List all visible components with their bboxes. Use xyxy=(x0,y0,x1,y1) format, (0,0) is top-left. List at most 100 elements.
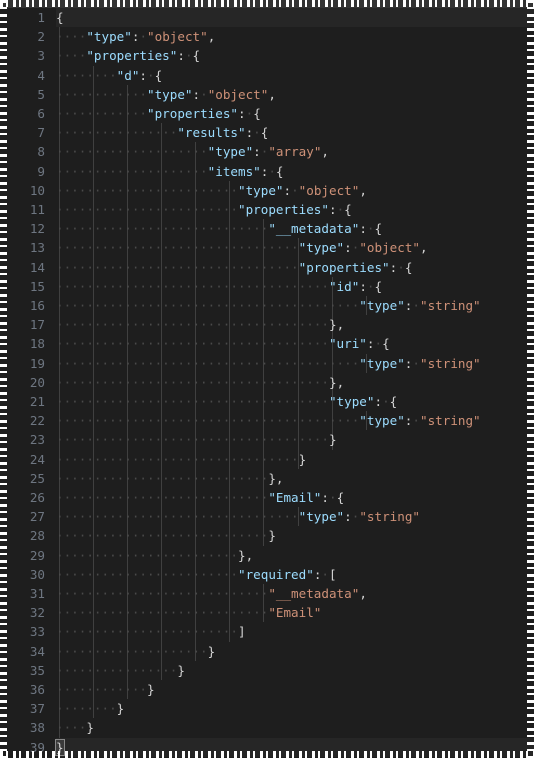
code-line[interactable]: ····························"__metadata"… xyxy=(56,584,534,603)
json-punctuation: : xyxy=(359,221,367,237)
code-line[interactable]: ····························"__metadata"… xyxy=(56,219,534,238)
json-bracket: { xyxy=(389,394,398,409)
code-line-text: ····························"__metadata"… xyxy=(56,221,382,236)
json-string-value: "object" xyxy=(359,240,420,256)
code-line[interactable]: ········"d":·{ xyxy=(56,66,534,85)
code-line[interactable]: ····································"uri… xyxy=(56,334,534,353)
json-punctuation: , xyxy=(268,86,276,102)
json-bracket: } xyxy=(268,528,276,544)
line-number: 32 xyxy=(29,605,45,621)
line-number: 17 xyxy=(29,317,45,333)
code-line[interactable]: ····················"type":·"array", xyxy=(56,142,534,161)
code-line[interactable]: ····································} xyxy=(56,430,534,449)
whitespace-dots: ···································· xyxy=(56,432,329,448)
json-bracket: } xyxy=(328,374,337,390)
code-line-text: ········································… xyxy=(56,413,481,428)
code-line[interactable]: } xyxy=(55,737,534,757)
code-line[interactable]: ························}, xyxy=(56,546,534,565)
whitespace-dots: ···························· xyxy=(56,221,269,237)
code-line[interactable]: ························"properties":·{ xyxy=(56,200,534,219)
code-line[interactable]: ························] xyxy=(56,622,534,641)
line-number: 31 xyxy=(29,586,45,601)
json-punctuation: , xyxy=(359,586,367,601)
code-line[interactable]: ····························"Email":·{ xyxy=(56,488,534,507)
whitespace-dots: ································ xyxy=(56,509,299,525)
line-number: 38 xyxy=(29,720,45,736)
code-line[interactable]: ····································"id"… xyxy=(56,277,534,296)
code-line[interactable]: ························"type":·"object"… xyxy=(56,181,534,200)
json-key: "properties" xyxy=(147,106,238,121)
whitespace-dots: ························ xyxy=(56,566,238,582)
line-number: 30 xyxy=(29,566,45,582)
editor-top-chrome-strip xyxy=(0,0,534,8)
json-bracket: } xyxy=(328,432,337,448)
code-line[interactable]: ············"properties":·{ xyxy=(56,104,534,123)
code-line[interactable]: ············} xyxy=(56,680,534,699)
line-number: 7 xyxy=(37,125,45,141)
whitespace-dots: ···························· xyxy=(56,470,269,486)
json-key: "type" xyxy=(359,298,405,313)
code-line[interactable]: ········································… xyxy=(56,354,534,373)
json-punctuation: , xyxy=(420,240,428,256)
code-line-text: ············} xyxy=(56,682,155,697)
code-line[interactable]: ····························} xyxy=(56,526,534,545)
line-number: 13 xyxy=(29,240,45,256)
whitespace-dots: · xyxy=(412,413,420,429)
json-bracket: } xyxy=(298,451,307,467)
code-line-text: ························] xyxy=(56,624,246,639)
code-line[interactable]: ····································}, xyxy=(56,315,534,334)
code-line-text: ····················} xyxy=(56,644,215,659)
code-line[interactable]: ····} xyxy=(56,718,534,737)
code-line[interactable]: ····························"Email" xyxy=(56,603,534,622)
json-bracket: { xyxy=(192,48,201,64)
json-punctuation: : xyxy=(253,144,261,160)
json-key: "type" xyxy=(147,86,193,102)
code-line-text: ········} xyxy=(56,701,124,716)
line-number: 15 xyxy=(29,278,45,294)
code-line[interactable]: { xyxy=(56,8,534,28)
whitespace-dots: ········ xyxy=(56,701,117,717)
code-line[interactable]: ····································}, xyxy=(56,373,534,392)
code-line[interactable]: ····································"typ… xyxy=(56,392,534,411)
code-line[interactable]: ····"properties":·{ xyxy=(56,46,534,65)
whitespace-dots: ···················· xyxy=(56,643,208,659)
code-content-area[interactable]: {····"type":·"object", ····"properties":·… xyxy=(55,8,534,758)
whitespace-dots: · xyxy=(321,566,329,582)
code-line[interactable]: ············"type":·"object", xyxy=(56,85,534,104)
json-punctuation: , xyxy=(245,547,254,563)
json-key: "type" xyxy=(237,182,284,198)
code-line[interactable]: ····"type":·"object", xyxy=(56,27,534,46)
json-bracket: } xyxy=(268,470,276,486)
code-line[interactable]: ····················"items":·{ xyxy=(56,162,534,181)
whitespace-dots: · xyxy=(184,48,193,64)
code-line[interactable]: ········································… xyxy=(56,296,534,315)
code-line[interactable]: ································"type":·… xyxy=(56,238,534,257)
json-punctuation: , xyxy=(275,470,284,486)
json-string-value: "array" xyxy=(268,144,322,160)
code-line[interactable]: ································} xyxy=(56,450,534,469)
line-number: 24 xyxy=(29,451,45,467)
json-punctuation: : xyxy=(374,394,383,409)
whitespace-dots: ················ xyxy=(56,125,178,141)
json-punctuation: : xyxy=(192,86,201,102)
code-line-text: ································} xyxy=(56,452,306,467)
code-line-text: ················"results":·{ xyxy=(56,125,268,140)
line-number: 3 xyxy=(37,48,45,64)
json-key: "Email" xyxy=(268,490,322,505)
whitespace-dots: · xyxy=(147,67,155,83)
code-line[interactable]: ························"required":·[ xyxy=(56,565,534,584)
json-code-editor[interactable]: 1 2 3 4 5 6 7 8 9 10 11 12 13 14 15 16 17 18 19 20 21 22 23 24 2… xyxy=(0,0,534,758)
code-line[interactable]: ················"results":·{ xyxy=(56,123,534,142)
code-line[interactable]: ····························}, xyxy=(56,469,534,488)
json-key: "type" xyxy=(207,144,254,160)
json-bracket: } xyxy=(207,643,216,659)
code-line[interactable]: ················} xyxy=(56,661,534,680)
code-line[interactable]: ········································… xyxy=(56,411,534,430)
code-line-text: ········"d":·{ xyxy=(56,68,162,83)
code-line[interactable]: ········} xyxy=(56,699,534,718)
code-line[interactable]: ································"propert… xyxy=(56,258,534,277)
json-punctuation: : xyxy=(177,48,185,64)
code-line[interactable]: ································"type":·… xyxy=(56,507,534,526)
code-line[interactable]: ····················} xyxy=(56,642,534,661)
json-key: "type" xyxy=(298,240,345,256)
